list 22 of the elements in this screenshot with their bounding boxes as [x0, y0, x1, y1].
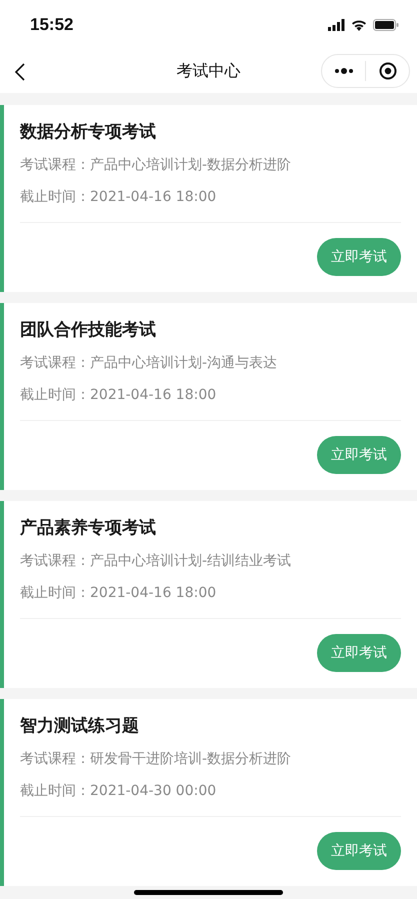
exam-course: 考试课程：产品中心培训计划-数据分析进阶 [20, 156, 292, 175]
exam-course: 考试课程：产品中心培训计划-沟通与表达 [20, 354, 278, 373]
status-time: 15:52 [30, 15, 74, 35]
start-exam-button[interactable]: 立即考试 [317, 634, 401, 672]
signal-icon [328, 19, 345, 31]
exam-title: 团队合作技能考试 [20, 319, 157, 341]
back-icon[interactable] [14, 62, 26, 82]
battery-icon [373, 19, 399, 31]
start-exam-button[interactable]: 立即考试 [317, 832, 401, 870]
exam-deadline: 截止时间：2021-04-16 18:00 [20, 584, 218, 603]
start-exam-button[interactable]: 立即考试 [317, 238, 401, 276]
exam-title: 数据分析专项考试 [20, 121, 157, 143]
wifi-icon [351, 19, 367, 31]
exam-course: 考试课程：研发骨干进阶培训-数据分析进阶 [20, 750, 292, 769]
exam-course: 考试课程：产品中心培训计划-结训结业考试 [20, 552, 292, 571]
exam-deadline: 截止时间：2021-04-16 18:00 [20, 188, 218, 207]
exam-title: 产品素养专项考试 [20, 517, 157, 539]
exam-title: 智力测试练习题 [20, 715, 140, 737]
page-title: 考试中心 [176, 61, 240, 82]
exam-deadline: 截止时间：2021-04-16 18:00 [20, 386, 218, 405]
exam-deadline: 截止时间：2021-04-30 00:00 [20, 782, 218, 801]
start-exam-button[interactable]: 立即考试 [317, 436, 401, 474]
